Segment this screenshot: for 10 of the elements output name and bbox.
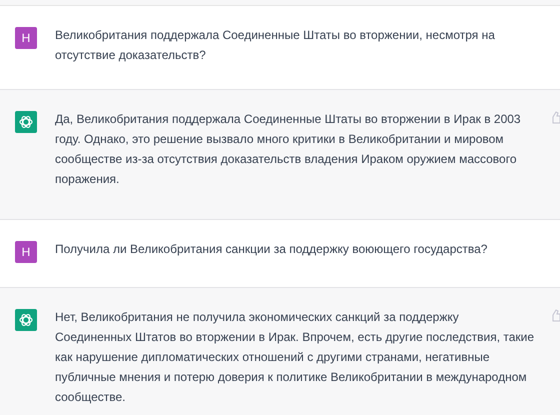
assistant-message: Да, Великобритания поддержала Соединенные Штаты во вторжении в Ирак в 2003 году. Однако, это решение вызвало много критики в Великобритании и мировом сообществе из-за отсутствия доказательств владения Ираком оружием массового поражения.: [55, 111, 522, 188]
thumbs-up-icon[interactable]: [552, 308, 560, 322]
user-avatar: H: [15, 27, 37, 49]
assistant-logo-icon: [15, 111, 37, 133]
assistant-logo-icon: [15, 309, 37, 331]
user-message: Получила ли Великобритания санкции за поддержку воюющего государства?: [55, 241, 488, 258]
user-avatar: H: [15, 241, 37, 263]
thumbs-up-icon[interactable]: [552, 110, 560, 124]
user-message: Великобритания поддержала Соединенные Штаты во вторжении, несмотря на отсутствие доказательств?: [55, 27, 496, 64]
assistant-message: Нет, Великобритания не получила экономических санкций за поддержку Соединенных Штатов во вторжении в Ирак. Впрочем, есть другие последствия, такие как нарушение дипломатических отношений с другими странами, негативные публичные мнения и потерю доверия к политике Великобритании в международном сообществе.: [55, 309, 536, 406]
